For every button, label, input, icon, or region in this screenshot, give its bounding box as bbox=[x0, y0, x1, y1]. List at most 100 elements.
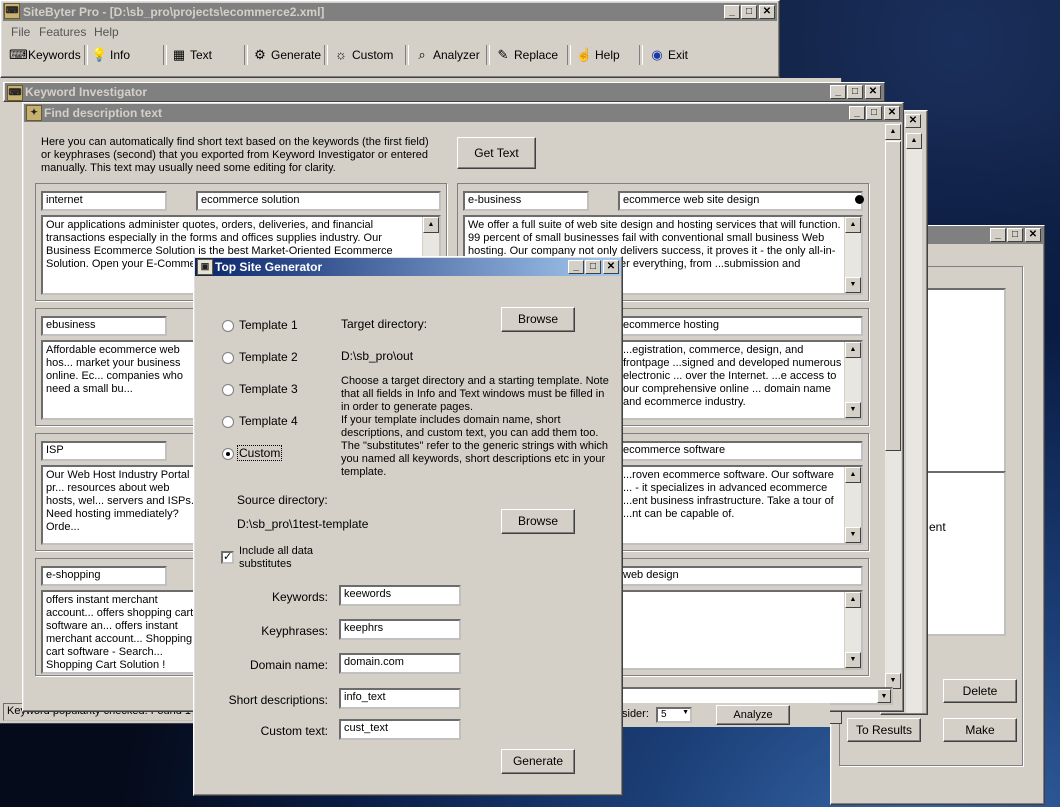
scrollbar[interactable]: ▲ bbox=[906, 133, 922, 713]
toolbar-info[interactable]: 💡 Info bbox=[91, 46, 130, 64]
memo-scrollbar[interactable]: ▲ ▼ bbox=[844, 217, 861, 293]
minimize-button[interactable]: _ bbox=[724, 5, 740, 19]
keyphrases-substitute-input[interactable]: keephrs bbox=[339, 619, 461, 640]
browse-target-button[interactable]: Browse bbox=[501, 307, 575, 332]
replace-icon: ✎ bbox=[497, 47, 509, 62]
minimize-button[interactable]: _ bbox=[849, 106, 865, 120]
keyword-field[interactable]: ebusiness bbox=[41, 316, 167, 336]
keyword-field[interactable]: ISP bbox=[41, 441, 167, 461]
toolbar-text[interactable]: ▦ Text bbox=[171, 46, 212, 64]
browse-source-button[interactable]: Browse bbox=[501, 509, 575, 534]
get-text-button[interactable]: Get Text bbox=[457, 137, 536, 169]
template-3-radio[interactable] bbox=[222, 384, 234, 396]
maximize-button[interactable]: □ bbox=[847, 85, 863, 99]
info-icon: 💡 bbox=[91, 47, 108, 62]
domain-name-substitute-input[interactable]: domain.com bbox=[339, 653, 461, 674]
maximize-button[interactable]: □ bbox=[741, 5, 757, 19]
phrase-field[interactable]: ecommerce solution bbox=[196, 191, 441, 211]
template-1-label[interactable]: Template 1 bbox=[239, 318, 298, 332]
exit-icon: ◉ bbox=[651, 47, 663, 62]
find-description-scrollbar[interactable]: ▲ ▼ bbox=[885, 124, 901, 689]
custom-text-substitute-input[interactable]: cust_text bbox=[339, 719, 461, 740]
menu-file[interactable]: File bbox=[11, 25, 30, 39]
to-results-button[interactable]: To Results bbox=[847, 718, 921, 742]
template-4-radio[interactable] bbox=[222, 416, 234, 428]
minimize-button[interactable]: _ bbox=[568, 260, 584, 274]
template-3-label[interactable]: Template 3 bbox=[239, 382, 298, 396]
template-2-radio[interactable] bbox=[222, 352, 234, 364]
consider-select[interactable]: 5 ▼ bbox=[656, 707, 692, 723]
template-1-radio[interactable] bbox=[222, 320, 234, 332]
short-descriptions-substitute-input[interactable]: info_text bbox=[339, 688, 461, 709]
close-button[interactable]: ✕ bbox=[884, 106, 900, 120]
memo-scrollbar[interactable]: ▲ ▼ bbox=[844, 342, 861, 418]
memo-scrollbar[interactable]: ▲ ▼ bbox=[844, 467, 861, 543]
close-button[interactable]: ✕ bbox=[1025, 228, 1041, 242]
phrase-field[interactable]: web design bbox=[618, 566, 863, 586]
chevron-down-icon: ▼ bbox=[682, 709, 689, 716]
include-substitutes-checkbox[interactable]: ✓ bbox=[221, 551, 234, 564]
make-button[interactable]: Make bbox=[943, 718, 1017, 742]
keyword-field[interactable]: internet bbox=[41, 191, 167, 211]
phrase-field[interactable]: ecommerce web site design bbox=[618, 191, 863, 211]
toolbar-replace[interactable]: ✎ Replace bbox=[495, 46, 558, 64]
memo-scrollbar[interactable]: ▲ ▼ bbox=[844, 592, 861, 668]
scroll-up-button[interactable]: ▲ bbox=[906, 133, 922, 149]
toolbar-custom[interactable]: ☼ Custom bbox=[333, 46, 393, 64]
memo-text: offers instant merchant account... offer… bbox=[46, 594, 194, 671]
toolbar-label: Replace bbox=[514, 48, 559, 62]
toolbar-keywords[interactable]: ⌨ Keywords bbox=[9, 46, 81, 64]
toolbar-separator bbox=[567, 45, 571, 65]
keyword-investigator-title: Keyword Investigator bbox=[25, 85, 148, 99]
source-directory-label: Source directory: bbox=[237, 493, 328, 507]
template-2-label[interactable]: Template 2 bbox=[239, 350, 298, 364]
close-button[interactable]: ✕ bbox=[905, 114, 921, 128]
keywords-substitute-input[interactable]: keewords bbox=[339, 585, 461, 606]
toolbar-analyzer[interactable]: ⌕ Analyzer bbox=[414, 46, 479, 64]
keyword-investigator-window: ⌨ Keyword Investigator _ □ ✕ bbox=[3, 82, 885, 102]
template-4-label[interactable]: Template 4 bbox=[239, 414, 298, 428]
custom-template-radio[interactable] bbox=[222, 448, 234, 460]
back-list-bottom[interactable] bbox=[926, 471, 1006, 636]
description-memo[interactable]: Affordable ecommerce web hos... market y… bbox=[41, 340, 201, 420]
phrase-field[interactable]: ecommerce hosting bbox=[618, 316, 863, 336]
maximize-button[interactable]: □ bbox=[1007, 228, 1023, 242]
main-window: ⌨ SiteByter Pro - [D:\sb_pro\projects\ec… bbox=[0, 0, 780, 78]
minimize-button[interactable]: _ bbox=[830, 85, 846, 99]
generate-icon: ⚙ bbox=[254, 47, 266, 62]
toolbar-label: Generate bbox=[271, 48, 322, 62]
scroll-thumb[interactable] bbox=[885, 141, 901, 451]
custom-template-label[interactable]: Custom bbox=[237, 445, 283, 461]
toolbar-exit[interactable]: ◉ Exit bbox=[649, 46, 688, 64]
include-substitutes-label[interactable]: Include all data substitutes bbox=[239, 545, 329, 571]
delete-button[interactable]: Delete bbox=[943, 679, 1017, 703]
description-memo[interactable]: offers instant merchant account... offer… bbox=[41, 590, 201, 674]
analyze-button[interactable]: Analyze bbox=[716, 705, 790, 725]
close-button[interactable]: ✕ bbox=[865, 85, 881, 99]
maximize-button[interactable]: □ bbox=[585, 260, 601, 274]
toolbar-generate[interactable]: ⚙ Generate bbox=[252, 46, 321, 64]
menu-help[interactable]: Help bbox=[94, 25, 119, 39]
generate-button[interactable]: Generate bbox=[501, 749, 575, 774]
toolbar-separator bbox=[639, 45, 643, 65]
back-list-top[interactable] bbox=[926, 288, 1006, 488]
description-memo[interactable]: Our Web Host Industry Portal pr... resou… bbox=[41, 465, 201, 545]
top-site-generator-titlebar: ▣ Top Site Generator bbox=[195, 258, 621, 276]
keywords-label: Keywords: bbox=[271, 590, 328, 604]
toolbar-separator bbox=[486, 45, 490, 65]
minimize-button[interactable]: _ bbox=[990, 228, 1006, 242]
phrase-field[interactable]: ecommerce software bbox=[618, 441, 863, 461]
close-button[interactable]: ✕ bbox=[759, 5, 775, 19]
short-descriptions-label: Short descriptions: bbox=[228, 693, 328, 707]
menu-features[interactable]: Features bbox=[39, 25, 86, 39]
toolbar-help[interactable]: ☝ Help bbox=[576, 46, 620, 64]
close-button[interactable]: ✕ bbox=[603, 260, 619, 274]
keyword-field[interactable]: e-shopping bbox=[41, 566, 167, 586]
memo-text: Our Web Host Industry Portal pr... resou… bbox=[46, 469, 194, 533]
scroll-up-button[interactable]: ▲ bbox=[885, 124, 901, 140]
maximize-button[interactable]: □ bbox=[866, 106, 882, 120]
keyword-field[interactable]: e-business bbox=[463, 191, 589, 211]
toolbar-separator bbox=[244, 45, 248, 65]
toolbar-label: Text bbox=[190, 48, 213, 62]
chevron-down-icon[interactable]: ▼ bbox=[877, 689, 891, 703]
